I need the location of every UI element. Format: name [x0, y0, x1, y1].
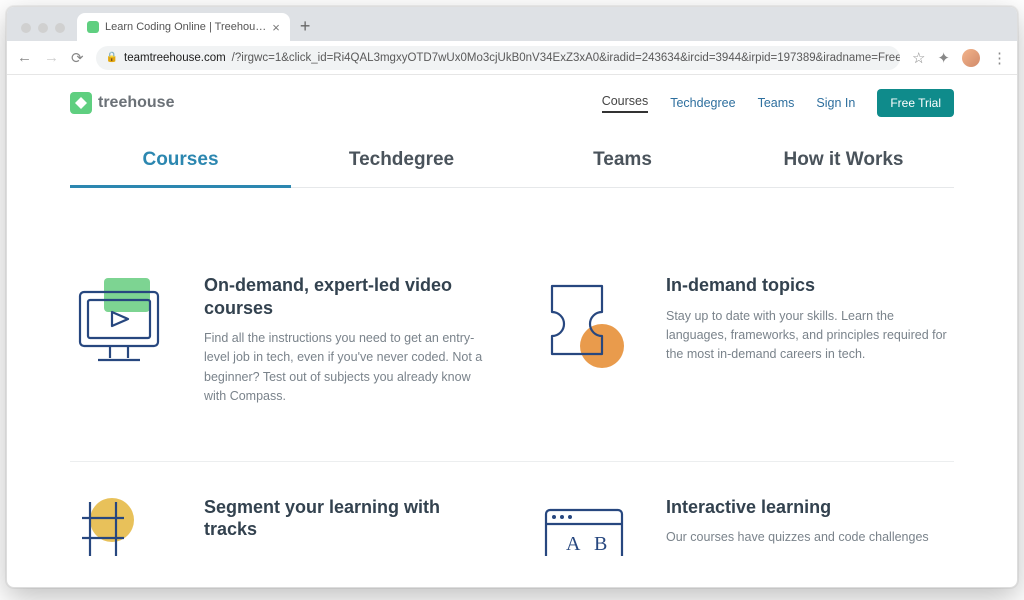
nav-teams[interactable]: Teams	[758, 96, 795, 110]
feature-video-courses: On-demand, expert-led video courses Find…	[70, 274, 492, 407]
profile-avatar[interactable]	[962, 49, 980, 67]
url-domain: teamtreehouse.com	[124, 52, 226, 64]
features-grid: On-demand, expert-led video courses Find…	[70, 188, 954, 437]
primary-nav: Courses Techdegree Teams Sign In Free Tr…	[602, 89, 954, 117]
browser-tab-strip: Learn Coding Online | Treehou… × +	[7, 7, 1017, 41]
bookmark-star-icon[interactable]: ☆	[912, 49, 925, 67]
page-content: treehouse Courses Techdegree Teams Sign …	[7, 75, 1017, 587]
nav-signin[interactable]: Sign In	[816, 96, 855, 110]
site-header: treehouse Courses Techdegree Teams Sign …	[70, 75, 954, 129]
feature-title: Segment your learning with tracks	[204, 496, 492, 541]
window-controls[interactable]	[15, 23, 71, 41]
features-grid-2: Segment your learning with tracks A B	[70, 462, 954, 588]
tab-teams[interactable]: Teams	[512, 137, 733, 187]
feature-title: In-demand topics	[666, 274, 954, 297]
maximize-window-dot[interactable]	[55, 23, 65, 33]
nav-techdegree[interactable]: Techdegree	[670, 96, 735, 110]
feature-interactive: A B Interactive learning Our courses hav…	[532, 496, 954, 588]
favicon-icon	[87, 21, 99, 33]
sub-nav: Courses Techdegree Teams How it Works	[70, 137, 954, 188]
close-window-dot[interactable]	[21, 23, 31, 33]
tab-title: Learn Coding Online | Treehou…	[105, 21, 266, 33]
browser-toolbar: ← → ⟳ 🔒 teamtreehouse.com /?irgwc=1&click…	[7, 41, 1017, 75]
tab-how-it-works[interactable]: How it Works	[733, 137, 954, 187]
minimize-window-dot[interactable]	[38, 23, 48, 33]
tracks-icon	[70, 496, 182, 588]
feature-body: Stay up to date with your skills. Learn …	[666, 307, 954, 365]
brand-name: treehouse	[98, 94, 174, 112]
logo-icon	[70, 92, 92, 114]
nav-courses[interactable]: Courses	[602, 94, 649, 113]
browser-tab[interactable]: Learn Coding Online | Treehou… ×	[77, 13, 290, 41]
reload-icon[interactable]: ⟳	[71, 49, 84, 67]
feature-body: Our courses have quizzes and code challe…	[666, 528, 929, 547]
browser-window-icon: A B	[532, 496, 644, 588]
lock-icon: 🔒	[106, 52, 118, 63]
close-tab-icon[interactable]: ×	[272, 20, 280, 35]
video-monitor-icon	[70, 274, 182, 374]
back-icon[interactable]: ←	[17, 49, 32, 66]
feature-title: Interactive learning	[666, 496, 929, 519]
browser-window: Learn Coding Online | Treehou… × + ← → ⟳…	[6, 6, 1018, 588]
feature-indemand-topics: In-demand topics Stay up to date with yo…	[532, 274, 954, 407]
feature-body: Find all the instructions you need to ge…	[204, 329, 492, 407]
brand-logo[interactable]: treehouse	[70, 92, 174, 114]
feature-title: On-demand, expert-led video courses	[204, 274, 492, 319]
kebab-menu-icon[interactable]: ⋮	[992, 49, 1007, 67]
svg-text:B: B	[594, 533, 607, 555]
extensions-icon[interactable]: ✦	[937, 49, 950, 67]
tab-techdegree[interactable]: Techdegree	[291, 137, 512, 187]
tab-courses[interactable]: Courses	[70, 137, 291, 188]
new-tab-button[interactable]: +	[296, 16, 319, 41]
forward-icon[interactable]: →	[44, 49, 59, 66]
url-path: /?irgwc=1&click_id=Ri4QAL3mgxyOTD7wUx0Mo…	[232, 52, 900, 64]
address-bar[interactable]: 🔒 teamtreehouse.com /?irgwc=1&click_id=Ri…	[96, 46, 900, 70]
free-trial-button[interactable]: Free Trial	[877, 89, 954, 117]
svg-text:A: A	[566, 533, 581, 555]
feature-tracks: Segment your learning with tracks	[70, 496, 492, 588]
puzzle-piece-icon	[532, 274, 644, 374]
